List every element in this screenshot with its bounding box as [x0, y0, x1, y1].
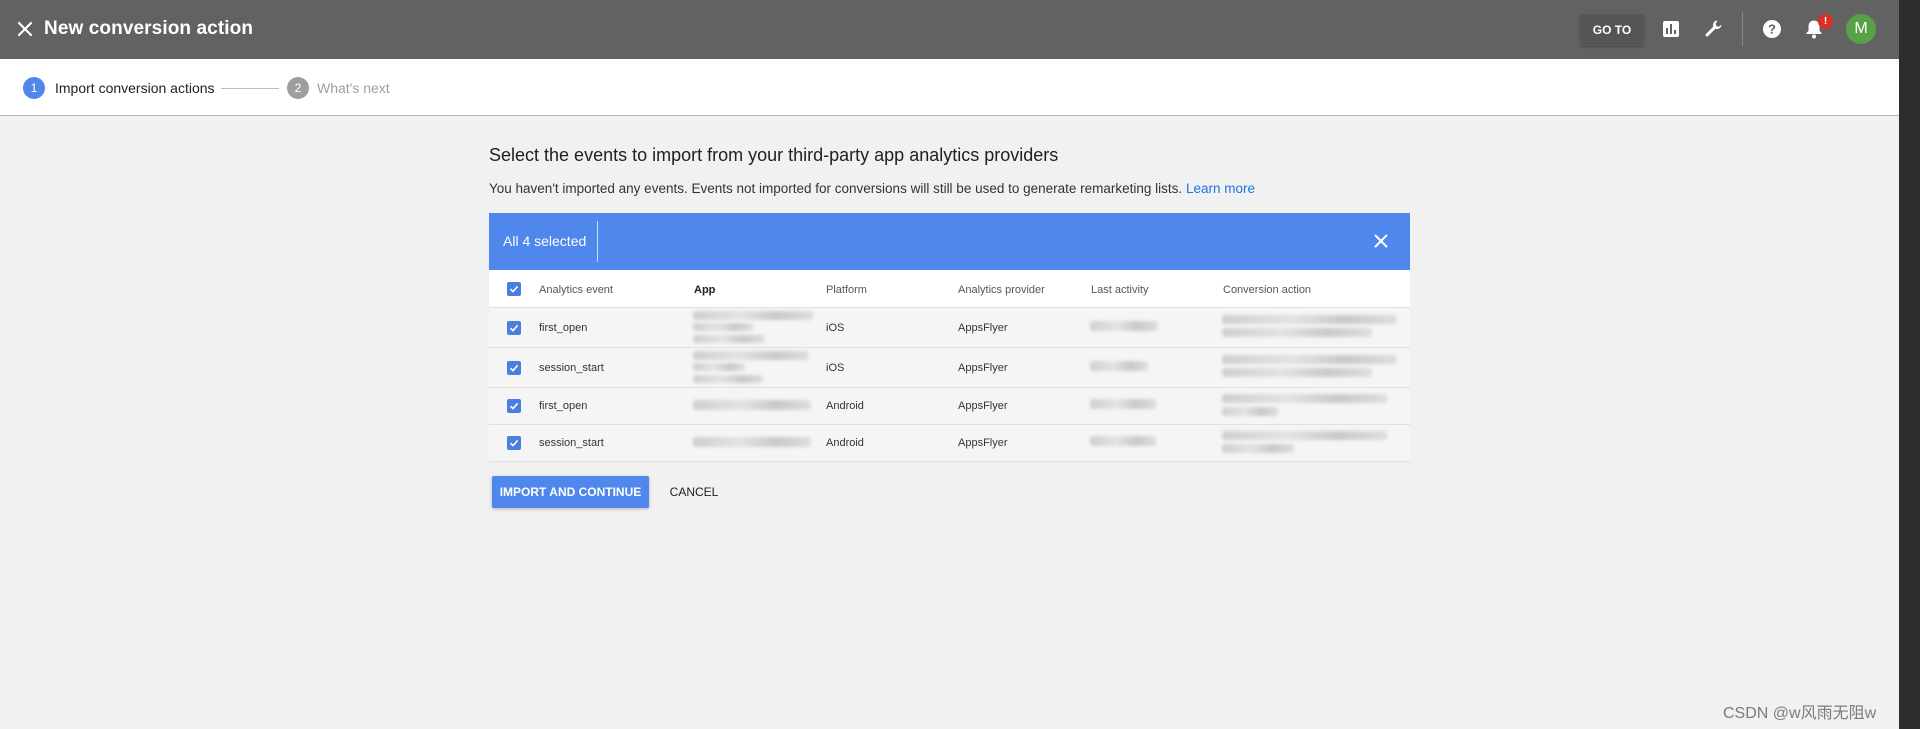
table-header: Analytics event App Platform Analytics p…: [489, 270, 1410, 308]
section-heading: Select the events to import from your th…: [489, 145, 1059, 165]
redacted-app-name: [693, 363, 745, 371]
row-checkbox[interactable]: [507, 361, 521, 375]
page-title: New conversion action: [44, 18, 254, 39]
redacted-conversion-action: [1222, 394, 1387, 403]
avatar[interactable]: M: [1846, 14, 1876, 44]
window-edge: [1899, 0, 1920, 729]
reports-icon[interactable]: [1657, 15, 1685, 43]
column-header-conversion-action[interactable]: Conversion action: [1223, 284, 1311, 296]
close-icon[interactable]: [12, 16, 38, 42]
analytics-event-cell: session_start: [539, 437, 604, 449]
redacted-conversion-action: [1222, 355, 1397, 364]
toolbar-divider: [1742, 12, 1743, 46]
column-header-analytics-provider[interactable]: Analytics provider: [958, 284, 1045, 296]
table-row: session_start Android AppsFlyer: [489, 425, 1410, 462]
help-icon[interactable]: ?: [1758, 15, 1786, 43]
stepper: 1 Import conversion actions 2 What's nex…: [0, 59, 1899, 116]
provider-cell: AppsFlyer: [958, 437, 1008, 449]
selection-count: All 4 selected: [503, 233, 587, 249]
clear-selection-icon[interactable]: [1369, 229, 1393, 253]
analytics-event-cell: first_open: [539, 400, 588, 412]
redacted-app-name: [693, 323, 753, 331]
row-checkbox[interactable]: [507, 321, 521, 335]
step-1-label: Import conversion actions: [55, 80, 215, 96]
watermark: CSDN @w风雨无阻w: [1723, 705, 1877, 722]
svg-text:?: ?: [1768, 22, 1776, 37]
info-text: You haven't imported any events. Events …: [489, 181, 1255, 196]
wrench-icon[interactable]: [1700, 15, 1728, 43]
platform-cell: Android: [826, 437, 864, 449]
notification-badge: !: [1818, 14, 1833, 29]
redacted-last-activity: [1090, 361, 1148, 371]
redacted-conversion-action: [1222, 444, 1294, 453]
step-1-number: 1: [23, 77, 45, 99]
top-app-bar: New conversion action GO TO ? ! M: [0, 0, 1899, 59]
learn-more-link[interactable]: Learn more: [1186, 181, 1255, 196]
platform-cell: iOS: [826, 362, 845, 374]
provider-cell: AppsFlyer: [958, 322, 1008, 334]
analytics-event-cell: first_open: [539, 322, 588, 334]
redacted-conversion-action: [1222, 368, 1372, 377]
redacted-last-activity: [1090, 436, 1156, 446]
import-and-continue-button[interactable]: IMPORT AND CONTINUE: [492, 476, 649, 508]
step-2-number: 2: [287, 77, 309, 99]
selection-bar: All 4 selected: [489, 213, 1410, 270]
redacted-conversion-action: [1222, 407, 1278, 416]
platform-cell: iOS: [826, 322, 845, 334]
events-table: Analytics event App Platform Analytics p…: [489, 270, 1410, 462]
row-checkbox[interactable]: [507, 399, 521, 413]
column-header-analytics-event[interactable]: Analytics event: [539, 284, 613, 296]
platform-cell: Android: [826, 400, 864, 412]
provider-cell: AppsFlyer: [958, 362, 1008, 374]
redacted-app-name: [693, 311, 813, 320]
redacted-app-name: [693, 400, 811, 410]
redacted-conversion-action: [1222, 328, 1372, 337]
info-text-body: You haven't imported any events. Events …: [489, 181, 1183, 196]
select-all-checkbox[interactable]: [507, 282, 521, 296]
step-2-label: What's next: [317, 80, 390, 96]
table-row: session_start iOS AppsFlyer: [489, 348, 1410, 388]
row-checkbox[interactable]: [507, 436, 521, 450]
redacted-conversion-action: [1222, 431, 1387, 440]
selection-bar-divider: [597, 221, 598, 262]
redacted-last-activity: [1090, 399, 1156, 409]
table-row: first_open iOS AppsFlyer: [489, 308, 1410, 348]
redacted-last-activity: [1090, 321, 1158, 331]
app-window: New conversion action GO TO ? ! M 1 Impo…: [0, 0, 1899, 729]
column-header-app[interactable]: App: [694, 284, 715, 296]
redacted-app-name: [693, 375, 763, 383]
step-connector: [221, 88, 279, 89]
redacted-conversion-action: [1222, 315, 1397, 324]
column-header-platform[interactable]: Platform: [826, 284, 867, 296]
column-header-last-activity[interactable]: Last activity: [1091, 284, 1148, 296]
go-to-button[interactable]: GO TO: [1580, 14, 1644, 46]
provider-cell: AppsFlyer: [958, 400, 1008, 412]
redacted-app-name: [693, 335, 765, 343]
cancel-button[interactable]: CANCEL: [664, 476, 724, 508]
redacted-app-name: [693, 437, 811, 447]
table-row: first_open Android AppsFlyer: [489, 388, 1410, 425]
analytics-event-cell: session_start: [539, 362, 604, 374]
redacted-app-name: [693, 351, 809, 360]
